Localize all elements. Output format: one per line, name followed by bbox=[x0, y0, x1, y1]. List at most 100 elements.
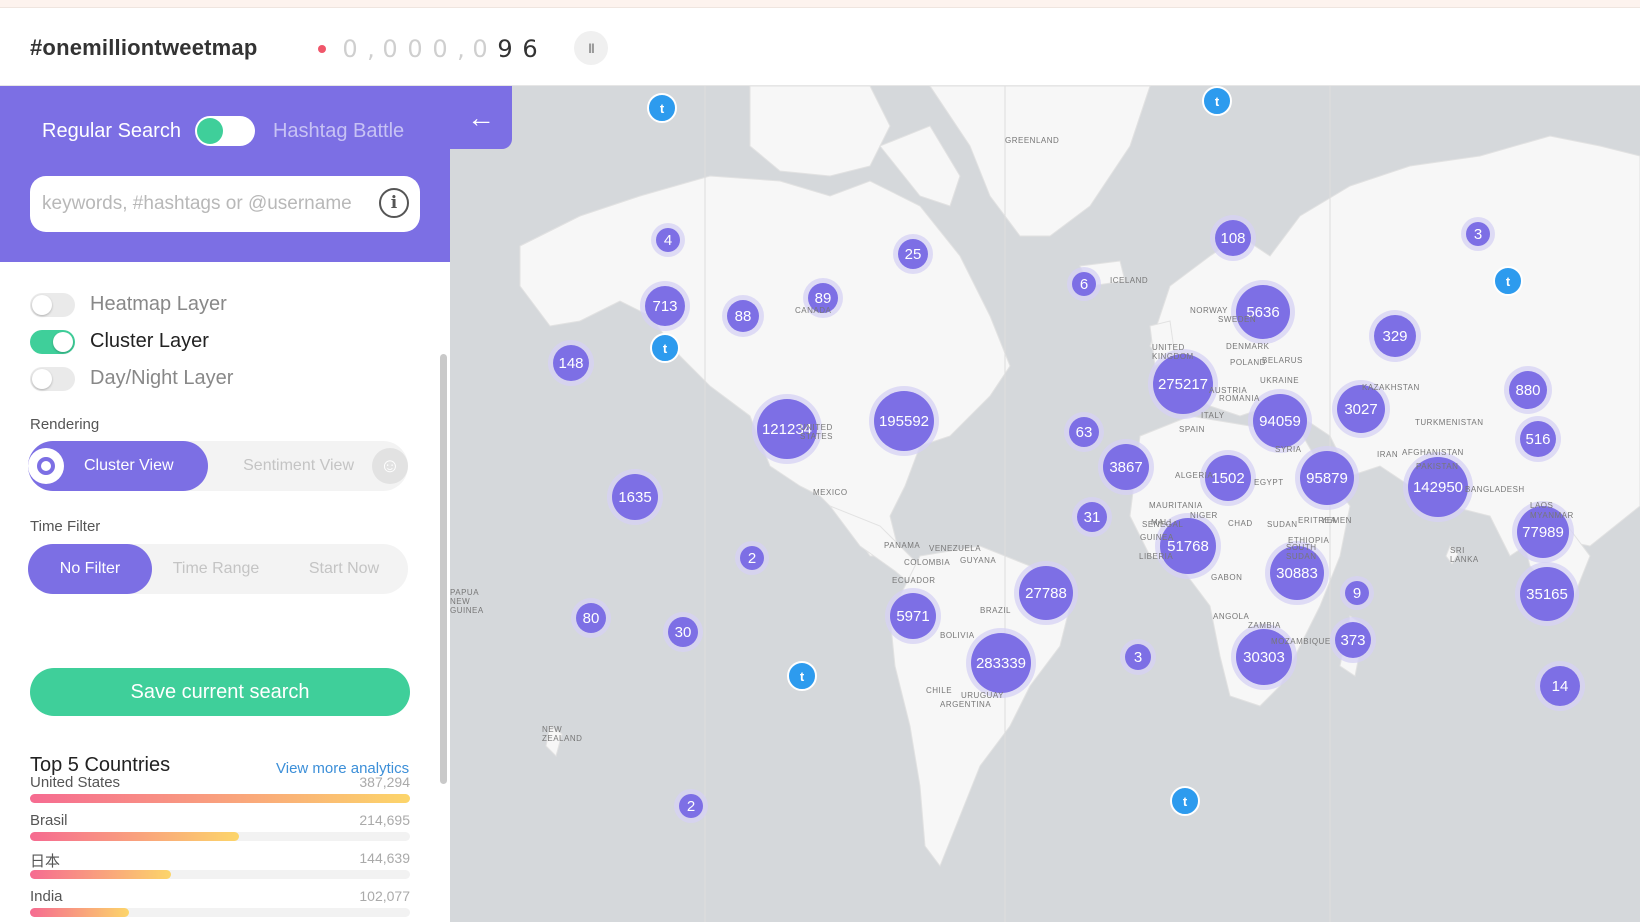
map-country-label: NEW ZEALAND bbox=[542, 725, 583, 743]
layer-label: Cluster Layer bbox=[90, 330, 209, 352]
layer-row-heatmap[interactable]: Heatmap Layer bbox=[30, 286, 233, 323]
heatmap-toggle[interactable] bbox=[30, 292, 75, 317]
tweet-cluster[interactable]: 2 bbox=[679, 794, 703, 818]
time-filter-heading: Time Filter bbox=[30, 518, 101, 535]
tweet-cluster[interactable]: 88 bbox=[727, 300, 759, 332]
tweet-cluster[interactable]: 94059 bbox=[1253, 394, 1307, 448]
no-filter-option[interactable]: No Filter bbox=[28, 544, 152, 594]
time-filter-selector: No Filter Time Range Start Now bbox=[28, 544, 408, 594]
search-mode-toggle[interactable] bbox=[194, 116, 255, 146]
sentiment-view-option[interactable]: Sentiment View ☺ bbox=[208, 441, 408, 491]
time-range-option[interactable]: Time Range bbox=[152, 544, 280, 594]
tweet-cluster[interactable]: 5971 bbox=[890, 593, 936, 639]
layer-label: Day/Night Layer bbox=[90, 367, 234, 389]
tweet-cluster[interactable]: 3 bbox=[1125, 644, 1151, 670]
map-country-label: CHILE bbox=[926, 686, 953, 695]
country-bar-track bbox=[30, 870, 410, 879]
twitter-marker-icon[interactable]: t bbox=[1493, 266, 1523, 296]
map-country-label: ICELAND bbox=[1110, 276, 1149, 285]
tweet-cluster[interactable]: 3867 bbox=[1103, 444, 1149, 490]
map-country-label: ROMANIA bbox=[1219, 394, 1260, 403]
daynight-toggle[interactable] bbox=[30, 366, 75, 391]
layer-row-daynight[interactable]: Day/Night Layer bbox=[30, 360, 233, 397]
toggle-knob bbox=[32, 294, 52, 315]
sidebar-panel: Regular Search Hashtag Battle i Heatmap … bbox=[0, 86, 450, 922]
country-value: 102,077 bbox=[359, 888, 410, 904]
tweet-cluster[interactable]: 373 bbox=[1335, 622, 1371, 658]
map-country-label: SENEGAL bbox=[1142, 520, 1184, 529]
tweet-cluster[interactable]: 63 bbox=[1069, 417, 1099, 447]
tweet-cluster[interactable]: 3 bbox=[1466, 222, 1490, 246]
smiley-icon: ☺ bbox=[372, 448, 408, 484]
tweet-cluster[interactable]: 95879 bbox=[1300, 451, 1354, 505]
brand-title[interactable]: #onemilliontweetmap bbox=[30, 35, 258, 61]
start-now-option[interactable]: Start Now bbox=[280, 544, 408, 594]
tweet-cluster[interactable]: 5636 bbox=[1236, 285, 1290, 339]
toggle-knob bbox=[196, 118, 223, 144]
search-panel: Regular Search Hashtag Battle i bbox=[0, 86, 450, 262]
map-country-label: BOLIVIA bbox=[940, 631, 975, 640]
tweet-cluster[interactable]: 80 bbox=[576, 603, 606, 633]
arrow-left-icon: ← bbox=[467, 101, 495, 133]
tweet-cluster[interactable]: 3027 bbox=[1337, 385, 1385, 433]
map-country-label: URUGUAY bbox=[961, 691, 1004, 700]
tweet-cluster[interactable]: 1635 bbox=[612, 474, 658, 520]
world-map[interactable]: 4 25 108 3 6 713 88 89 5636 329 148 275217 880 3027 12… bbox=[450, 86, 1640, 922]
tweet-cluster[interactable]: 2 bbox=[740, 546, 764, 570]
tweet-cluster[interactable]: 108 bbox=[1215, 220, 1251, 256]
tweet-cluster[interactable]: 195592 bbox=[874, 391, 934, 451]
cluster-toggle[interactable] bbox=[30, 329, 75, 354]
twitter-marker-icon[interactable]: t bbox=[647, 93, 677, 123]
pause-button[interactable]: II bbox=[574, 31, 608, 65]
tweet-cluster[interactable]: 275217 bbox=[1153, 354, 1213, 414]
tweet-cluster[interactable]: 35165 bbox=[1520, 567, 1574, 621]
info-icon[interactable]: i bbox=[379, 188, 409, 218]
twitter-marker-icon[interactable]: t bbox=[1170, 786, 1200, 816]
tweet-cluster[interactable]: 14 bbox=[1540, 666, 1580, 706]
country-name: Brasil bbox=[30, 812, 68, 829]
search-input[interactable] bbox=[42, 190, 372, 218]
tweet-cluster[interactable]: 880 bbox=[1509, 371, 1547, 409]
regular-search-label[interactable]: Regular Search bbox=[42, 120, 181, 143]
tweet-cluster[interactable]: 713 bbox=[645, 286, 685, 326]
rendering-heading: Rendering bbox=[30, 416, 100, 433]
tweet-cluster[interactable]: 516 bbox=[1520, 421, 1556, 457]
tweet-cluster[interactable]: 283339 bbox=[971, 633, 1031, 693]
counter-digit: 9 bbox=[497, 35, 513, 63]
map-country-label: CHAD bbox=[1228, 519, 1253, 528]
tweet-cluster[interactable]: 6 bbox=[1072, 272, 1096, 296]
map-country-label: GUINEA bbox=[1140, 533, 1174, 542]
tweet-cluster[interactable]: 27788 bbox=[1019, 566, 1073, 620]
map-country-label: MAURITANIA bbox=[1149, 501, 1203, 510]
map-country-label: AFGHANISTAN bbox=[1402, 448, 1464, 457]
map-country-label: SWEDEN bbox=[1218, 315, 1257, 324]
twitter-marker-icon[interactable]: t bbox=[1202, 86, 1232, 116]
tweet-cluster[interactable]: 25 bbox=[898, 239, 928, 269]
map-country-label: COLOMBIA bbox=[904, 558, 951, 567]
map-country-label: DENMARK bbox=[1226, 342, 1270, 351]
layer-row-cluster[interactable]: Cluster Layer bbox=[30, 323, 233, 360]
map-country-label: ECUADOR bbox=[892, 576, 936, 585]
cluster-view-option[interactable]: Cluster View bbox=[28, 441, 208, 491]
tweet-cluster[interactable]: 329 bbox=[1374, 315, 1416, 357]
hashtag-battle-label[interactable]: Hashtag Battle bbox=[273, 120, 404, 143]
map-country-label: BELARUS bbox=[1262, 356, 1303, 365]
twitter-marker-icon[interactable]: t bbox=[787, 661, 817, 691]
tweet-cluster[interactable]: 30 bbox=[668, 617, 698, 647]
country-value: 144,639 bbox=[359, 850, 410, 866]
map-country-label: ANGOLA bbox=[1213, 612, 1250, 621]
collapse-sidebar-button[interactable]: ← bbox=[450, 86, 512, 149]
map-country-label: GUYANA bbox=[960, 556, 997, 565]
country-value: 387,294 bbox=[359, 774, 410, 790]
twitter-marker-icon[interactable]: t bbox=[650, 333, 680, 363]
tweet-cluster[interactable]: 9 bbox=[1345, 581, 1369, 605]
map-country-label: TURKMENISTAN bbox=[1415, 418, 1484, 427]
map-country-label: PAKISTAN bbox=[1416, 462, 1459, 471]
tweet-cluster[interactable]: 31 bbox=[1077, 502, 1107, 532]
tweet-cluster[interactable]: 4 bbox=[656, 228, 680, 252]
save-search-button[interactable]: Save current search bbox=[30, 668, 410, 716]
country-bar-track bbox=[30, 908, 410, 917]
tweet-cluster[interactable]: 148 bbox=[553, 345, 589, 381]
sidebar-scrollbar[interactable] bbox=[440, 354, 447, 784]
map-country-label: NIGER bbox=[1190, 511, 1218, 520]
